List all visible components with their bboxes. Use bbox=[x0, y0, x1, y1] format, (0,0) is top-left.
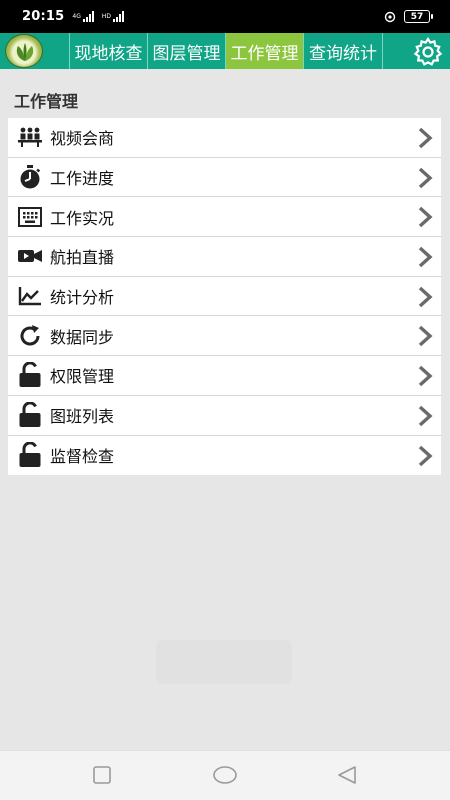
menu-item-data-sync[interactable]: 数据同步 bbox=[8, 316, 441, 357]
menu-item-label: 工作实况 bbox=[50, 208, 115, 228]
menu-item-aerial-live[interactable]: 航拍直播 bbox=[8, 237, 441, 277]
menu-item-label: 工作进度 bbox=[50, 169, 115, 189]
tab-layer-management[interactable]: 图层管理 bbox=[148, 33, 226, 69]
stopwatch-icon bbox=[20, 165, 41, 189]
chevron-right-icon bbox=[418, 326, 433, 347]
system-nav-bar bbox=[0, 750, 450, 800]
app-logo bbox=[5, 34, 43, 68]
faint-overlay bbox=[156, 640, 292, 684]
video-camera-icon bbox=[18, 250, 42, 263]
menu-item-plot-list[interactable]: 图班列表 bbox=[8, 395, 441, 436]
chevron-right-icon bbox=[418, 365, 433, 387]
refresh-icon bbox=[20, 324, 40, 346]
signal-tag-2: HD bbox=[101, 12, 111, 20]
menu-item-video-conference[interactable]: 视频会商 bbox=[8, 118, 441, 158]
location-icon bbox=[384, 11, 396, 22]
recent-apps-button[interactable] bbox=[92, 765, 112, 785]
menu-item-work-live[interactable]: 工作实况 bbox=[8, 197, 441, 238]
work-menu-list: 视频会商 工作进度 工作实况 航拍直播 统计分析 数据同步 权限管理 图班列表 … bbox=[8, 118, 441, 476]
menu-item-label: 权限管理 bbox=[50, 367, 115, 387]
signal-tag-1: 4G bbox=[72, 12, 81, 20]
chevron-right-icon bbox=[418, 445, 433, 466]
status-bar: 20:15 4G HD 57 bbox=[0, 0, 450, 33]
leaf-icon bbox=[16, 43, 34, 61]
line-chart-icon bbox=[18, 287, 41, 306]
unlock-icon bbox=[19, 442, 41, 468]
signal-indicator-1: 4G bbox=[72, 11, 94, 22]
app-bar: 现地核查 图层管理 工作管理 查询统计 bbox=[0, 33, 450, 69]
chevron-right-icon bbox=[418, 286, 433, 308]
menu-item-label: 数据同步 bbox=[50, 327, 115, 347]
signal-bars-icon bbox=[113, 11, 124, 22]
unlock-icon bbox=[19, 402, 41, 428]
chevron-right-icon bbox=[418, 246, 433, 268]
menu-item-work-progress[interactable]: 工作进度 bbox=[8, 157, 441, 198]
video-conference-icon bbox=[18, 127, 42, 148]
chevron-right-icon bbox=[418, 167, 433, 188]
section-title: 工作管理 bbox=[14, 92, 79, 111]
home-button[interactable] bbox=[212, 765, 238, 785]
main-tabs: 现地核查 图层管理 工作管理 查询统计 bbox=[69, 33, 383, 69]
menu-item-supervision-inspection[interactable]: 监督检查 bbox=[8, 435, 441, 476]
gear-icon[interactable] bbox=[412, 36, 444, 68]
menu-item-label: 航拍直播 bbox=[50, 248, 115, 268]
status-time: 20:15 bbox=[22, 9, 65, 24]
chevron-right-icon bbox=[418, 207, 433, 228]
menu-item-label: 监督检查 bbox=[50, 447, 115, 467]
chevron-right-icon bbox=[418, 127, 433, 149]
back-button[interactable] bbox=[336, 765, 358, 785]
menu-item-permission-management[interactable]: 权限管理 bbox=[8, 356, 441, 396]
signal-bars-icon bbox=[82, 11, 94, 22]
menu-item-label: 统计分析 bbox=[50, 288, 115, 308]
chevron-right-icon bbox=[418, 405, 433, 427]
unlock-icon bbox=[19, 362, 41, 388]
tab-query-statistics[interactable]: 查询统计 bbox=[304, 33, 382, 69]
keyboard-icon bbox=[18, 206, 42, 227]
signal-indicator-2: HD bbox=[102, 11, 124, 22]
battery-icon: 57 bbox=[404, 10, 433, 23]
menu-item-statistical-analysis[interactable]: 统计分析 bbox=[8, 276, 441, 317]
menu-item-label: 图班列表 bbox=[50, 407, 115, 427]
menu-item-label: 视频会商 bbox=[50, 129, 115, 149]
tab-field-verification[interactable]: 现地核查 bbox=[70, 33, 148, 69]
tab-work-management[interactable]: 工作管理 bbox=[226, 33, 304, 69]
battery-level: 57 bbox=[410, 11, 424, 22]
